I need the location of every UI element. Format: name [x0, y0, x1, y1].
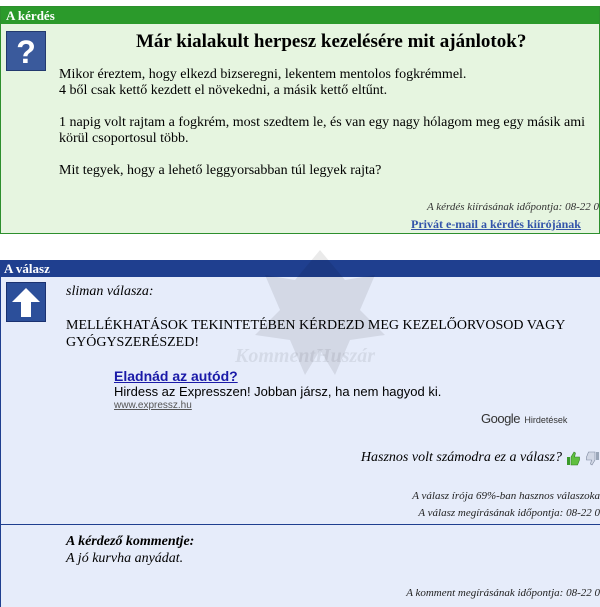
thumbs-down-icon[interactable] — [585, 451, 600, 466]
answer-panel: A válasz sliman válasza: MELLÉKHATÁSOK T… — [0, 260, 600, 607]
comment-timestamp: A komment megírásának időpontja: 08-22 0 — [406, 587, 600, 599]
ads-label: Hirdetések — [524, 415, 568, 425]
question-line-4: Mit tegyek, hogy a lehető leggyorsabban … — [59, 163, 382, 178]
ad-title-link[interactable]: Eladnád az autód? — [114, 368, 441, 384]
question-panel: A kérdés ? Már kialakult herpesz kezelés… — [0, 6, 600, 234]
comment-text: A jó kurvha anyádat. — [66, 551, 184, 566]
private-email-link[interactable]: Privát e-mail a kérdés kiírójának — [411, 217, 581, 232]
up-arrow-icon — [6, 282, 46, 322]
ad-url-link[interactable]: www.expressz.hu — [114, 399, 441, 412]
answer-author: sliman válasza: — [66, 284, 154, 299]
thumbs-up-icon[interactable] — [566, 451, 581, 466]
answer-useful-stat: A válasz írója 69%-ban hasznos válaszoka — [412, 490, 600, 502]
google-logo: Google — [481, 411, 520, 426]
question-title: Már kialakult herpesz kezelésére mit ajá… — [136, 31, 527, 52]
question-line-1: Mikor éreztem, hogy elkezd bizseregni, l… — [59, 67, 467, 82]
ad-block: Eladnád az autód? Hirdess az Expresszen!… — [114, 368, 441, 412]
watermark-text: KommentHuszár — [235, 345, 376, 367]
useful-prompt: Hasznos volt számodra ez a válasz? — [361, 450, 600, 466]
answer-timestamp: A válasz megírásának időpontja: 08-22 0 — [418, 507, 600, 519]
question-timestamp: A kérdés kiírásának időpontja: 08-22 0 — [426, 201, 599, 213]
svg-text:?: ? — [16, 34, 36, 70]
question-header: A kérdés — [1, 7, 599, 24]
question-line-2: 4 ből csak kettő kezdett el növekedni, a… — [59, 83, 388, 98]
comment-divider — [1, 524, 600, 525]
question-line-3: 1 napig volt rajtam a fogkrém, most szed… — [59, 115, 586, 146]
useful-question: Hasznos volt számodra ez a válasz? — [360, 450, 562, 465]
answer-header: A válasz — [1, 260, 600, 277]
question-body: Mikor éreztem, hogy elkezd bizseregni, l… — [59, 67, 599, 195]
ad-description: Hirdess az Expresszen! Jobban jársz, ha … — [114, 384, 442, 399]
comment-label: A kérdező kommentje: — [66, 534, 195, 549]
google-ads-badge[interactable]: Google Hirdetések — [481, 410, 567, 428]
question-mark-icon: ? — [6, 31, 46, 71]
